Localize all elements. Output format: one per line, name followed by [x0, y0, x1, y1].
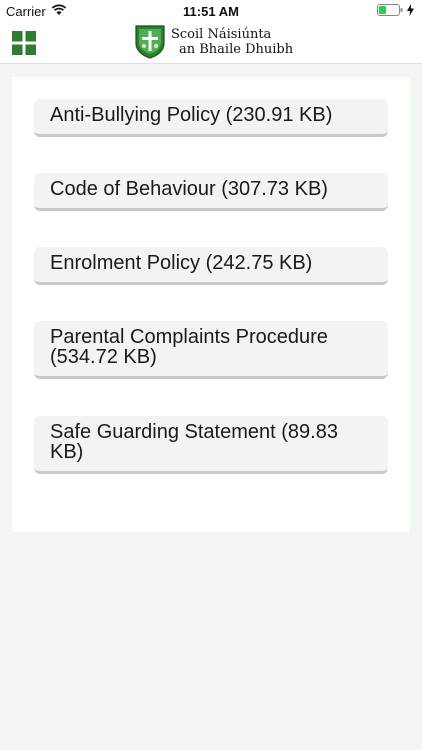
battery-icon [377, 4, 403, 19]
school-name-line2: an Bhaile Dhuibh [179, 42, 294, 57]
document-item[interactable]: Enrolment Policy (242.75 KB) [34, 247, 388, 285]
school-crest-icon [135, 25, 165, 59]
document-item[interactable]: Parental Complaints Procedure (534.72 KB… [34, 321, 388, 379]
school-logo: Scoil Náisiúnta an Bhaile Dhuibh [135, 25, 293, 59]
document-label: Code of Behaviour (307.73 KB) [50, 178, 328, 200]
document-label: Safe Guarding Statement (89.83 KB) [50, 421, 338, 463]
charging-icon [407, 4, 414, 19]
document-label: Anti-Bullying Policy (230.91 KB) [50, 104, 333, 126]
school-name-line1: Scoil Náisiúnta [171, 27, 272, 42]
documents-panel: Anti-Bullying Policy (230.91 KB) Code of… [12, 77, 410, 532]
status-right [377, 4, 414, 19]
grid-icon [12, 31, 36, 55]
document-label: Parental Complaints Procedure (534.72 KB… [50, 326, 328, 368]
document-item[interactable]: Anti-Bullying Policy (230.91 KB) [34, 99, 388, 137]
document-item[interactable]: Safe Guarding Statement (89.83 KB) [34, 416, 388, 474]
nav-bar: Scoil Náisiúnta an Bhaile Dhuibh [0, 22, 422, 64]
document-label: Enrolment Policy (242.75 KB) [50, 252, 313, 274]
document-item[interactable]: Code of Behaviour (307.73 KB) [34, 173, 388, 211]
menu-button[interactable] [12, 31, 36, 55]
status-time: 11:51 AM [183, 4, 239, 19]
school-name: Scoil Náisiúnta an Bhaile Dhuibh [171, 27, 293, 57]
status-bar: Carrier 11:51 AM [0, 0, 422, 22]
